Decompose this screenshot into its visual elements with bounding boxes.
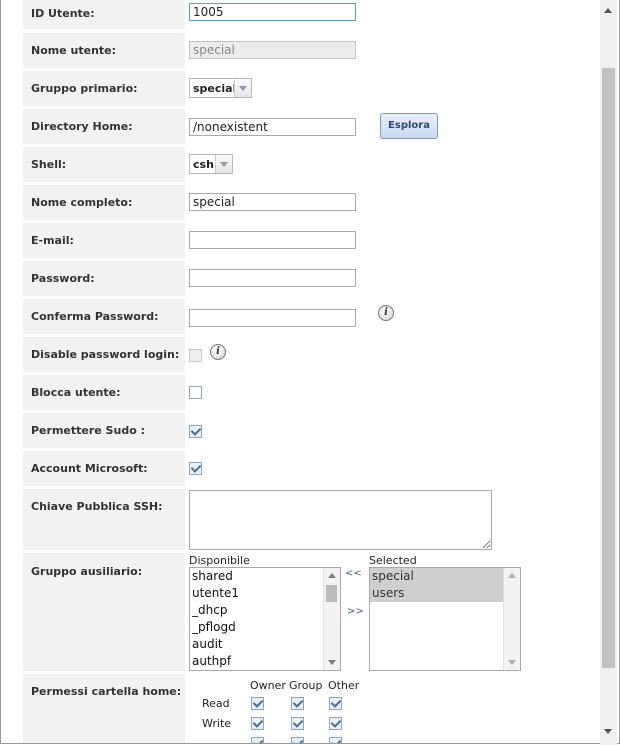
selected-groups-scrollbar[interactable]	[503, 568, 520, 670]
password-input[interactable]	[189, 269, 356, 287]
allow-sudo-label: Permettere Sudo :	[23, 413, 185, 448]
chevron-down-icon	[234, 79, 251, 97]
perm-write-owner-checkbox[interactable]	[251, 717, 264, 730]
full-name-input[interactable]	[189, 193, 356, 211]
perm-write-group-checkbox[interactable]	[291, 717, 304, 730]
row-home-permissions: Permessi cartella home: Owner Group Othe…	[23, 674, 599, 743]
row-allow-sudo: Permettere Sudo :	[23, 413, 599, 448]
list-item[interactable]: _dhcp	[190, 602, 340, 619]
disable-password-login-label: Disable password login:	[23, 337, 185, 372]
full-name-label: Nome completo:	[23, 185, 185, 220]
aux-groups-label: Gruppo ausiliario:	[23, 553, 185, 671]
move-right-button[interactable]: >>	[347, 606, 364, 617]
scroll-down-icon[interactable]	[328, 660, 336, 665]
perm-row-read: Read	[202, 697, 230, 710]
row-username: Nome utente:	[23, 33, 599, 68]
shell-select[interactable]: csh	[189, 154, 233, 174]
perm-exec-owner-checkbox[interactable]	[251, 737, 264, 743]
row-email: E-mail:	[23, 223, 599, 258]
confirm-password-label: Conferma Password:	[23, 299, 185, 334]
perm-row-write: Write	[202, 717, 232, 730]
primary-group-value: special	[193, 82, 237, 95]
perm-read-group-checkbox[interactable]	[291, 697, 304, 710]
browse-button[interactable]: Esplora	[380, 113, 438, 139]
row-primary-group: Gruppo primario: special	[23, 71, 599, 106]
user-edit-dialog: ID Utente: Nome utente: Gruppo primario:…	[0, 0, 620, 744]
home-dir-input[interactable]	[189, 118, 356, 136]
row-home-dir: Directory Home: Esplora	[23, 109, 599, 144]
username-input	[189, 41, 356, 59]
list-item[interactable]: audit	[190, 636, 340, 653]
ssh-key-label: Chiave Pubblica SSH:	[23, 489, 185, 550]
user-id-label: ID Utente:	[23, 0, 185, 29]
row-full-name: Nome completo:	[23, 185, 599, 220]
email-input[interactable]	[189, 231, 356, 249]
shell-value: csh	[193, 158, 214, 171]
info-icon[interactable]: i	[210, 344, 226, 360]
perm-col-owner: Owner	[250, 679, 286, 692]
scroll-up-icon[interactable]	[508, 573, 516, 578]
available-groups-list[interactable]: shared utente1 _dhcp _pflogd audit authp…	[189, 567, 341, 671]
perm-write-other-checkbox[interactable]	[329, 717, 342, 730]
perm-exec-group-checkbox[interactable]	[291, 737, 304, 743]
selected-groups-label: Selected	[369, 554, 417, 567]
scroll-down-icon[interactable]	[508, 660, 516, 665]
row-microsoft-account: Account Microsoft:	[23, 451, 599, 486]
list-item[interactable]: shared	[190, 568, 340, 585]
list-item[interactable]: _pflogd	[190, 619, 340, 636]
row-confirm-password: Conferma Password: i	[23, 299, 599, 334]
list-item[interactable]: special	[370, 568, 520, 585]
row-password: Password:	[23, 261, 599, 296]
scroll-up-icon[interactable]	[604, 8, 612, 13]
microsoft-account-checkbox[interactable]	[189, 462, 202, 475]
perm-col-group: Group	[289, 679, 323, 692]
user-id-input[interactable]	[189, 3, 356, 21]
confirm-password-input[interactable]	[189, 309, 356, 327]
lock-user-checkbox[interactable]	[189, 386, 202, 399]
scroll-down-icon[interactable]	[604, 729, 612, 734]
list-item[interactable]: utente1	[190, 585, 340, 602]
scroll-up-icon[interactable]	[328, 573, 336, 578]
list-item[interactable]: users	[370, 585, 520, 602]
selected-groups-list[interactable]: special users	[369, 567, 521, 671]
dialog-left-gutter	[1, 0, 23, 743]
row-ssh-key: Chiave Pubblica SSH:	[23, 489, 599, 550]
perm-read-owner-checkbox[interactable]	[251, 697, 264, 710]
list-item[interactable]: authpf	[190, 653, 340, 670]
microsoft-account-label: Account Microsoft:	[23, 451, 185, 486]
email-label: E-mail:	[23, 223, 185, 258]
row-aux-groups: Gruppo ausiliario: Disponibile shared ut…	[23, 553, 599, 671]
disable-password-login-checkbox	[189, 349, 202, 362]
password-label: Password:	[23, 261, 185, 296]
scroll-thumb[interactable]	[326, 585, 337, 602]
info-icon[interactable]: i	[378, 305, 394, 321]
primary-group-label: Gruppo primario:	[23, 71, 185, 106]
perm-col-other: Other	[328, 679, 360, 692]
dialog-scrollbar[interactable]	[600, 0, 617, 745]
lock-user-label: Blocca utente:	[23, 375, 185, 410]
move-left-button[interactable]: <<	[345, 568, 362, 579]
row-lock-user: Blocca utente:	[23, 375, 599, 410]
username-label: Nome utente:	[23, 33, 185, 68]
row-disable-password-login: Disable password login: i	[23, 337, 599, 372]
perm-exec-other-checkbox[interactable]	[329, 737, 342, 743]
shell-label: Shell:	[23, 147, 185, 182]
row-shell: Shell: csh	[23, 147, 599, 182]
available-groups-scrollbar[interactable]	[323, 568, 340, 670]
scroll-thumb[interactable]	[602, 68, 615, 668]
available-groups-label: Disponibile	[189, 554, 250, 567]
perm-read-other-checkbox[interactable]	[329, 697, 342, 710]
ssh-key-textarea[interactable]	[189, 490, 492, 550]
primary-group-select[interactable]: special	[189, 78, 252, 98]
home-permissions-label: Permessi cartella home:	[23, 674, 185, 743]
chevron-down-icon	[215, 155, 232, 173]
row-user-id: ID Utente:	[23, 0, 599, 29]
allow-sudo-checkbox[interactable]	[189, 425, 202, 438]
home-dir-label: Directory Home:	[23, 109, 185, 144]
